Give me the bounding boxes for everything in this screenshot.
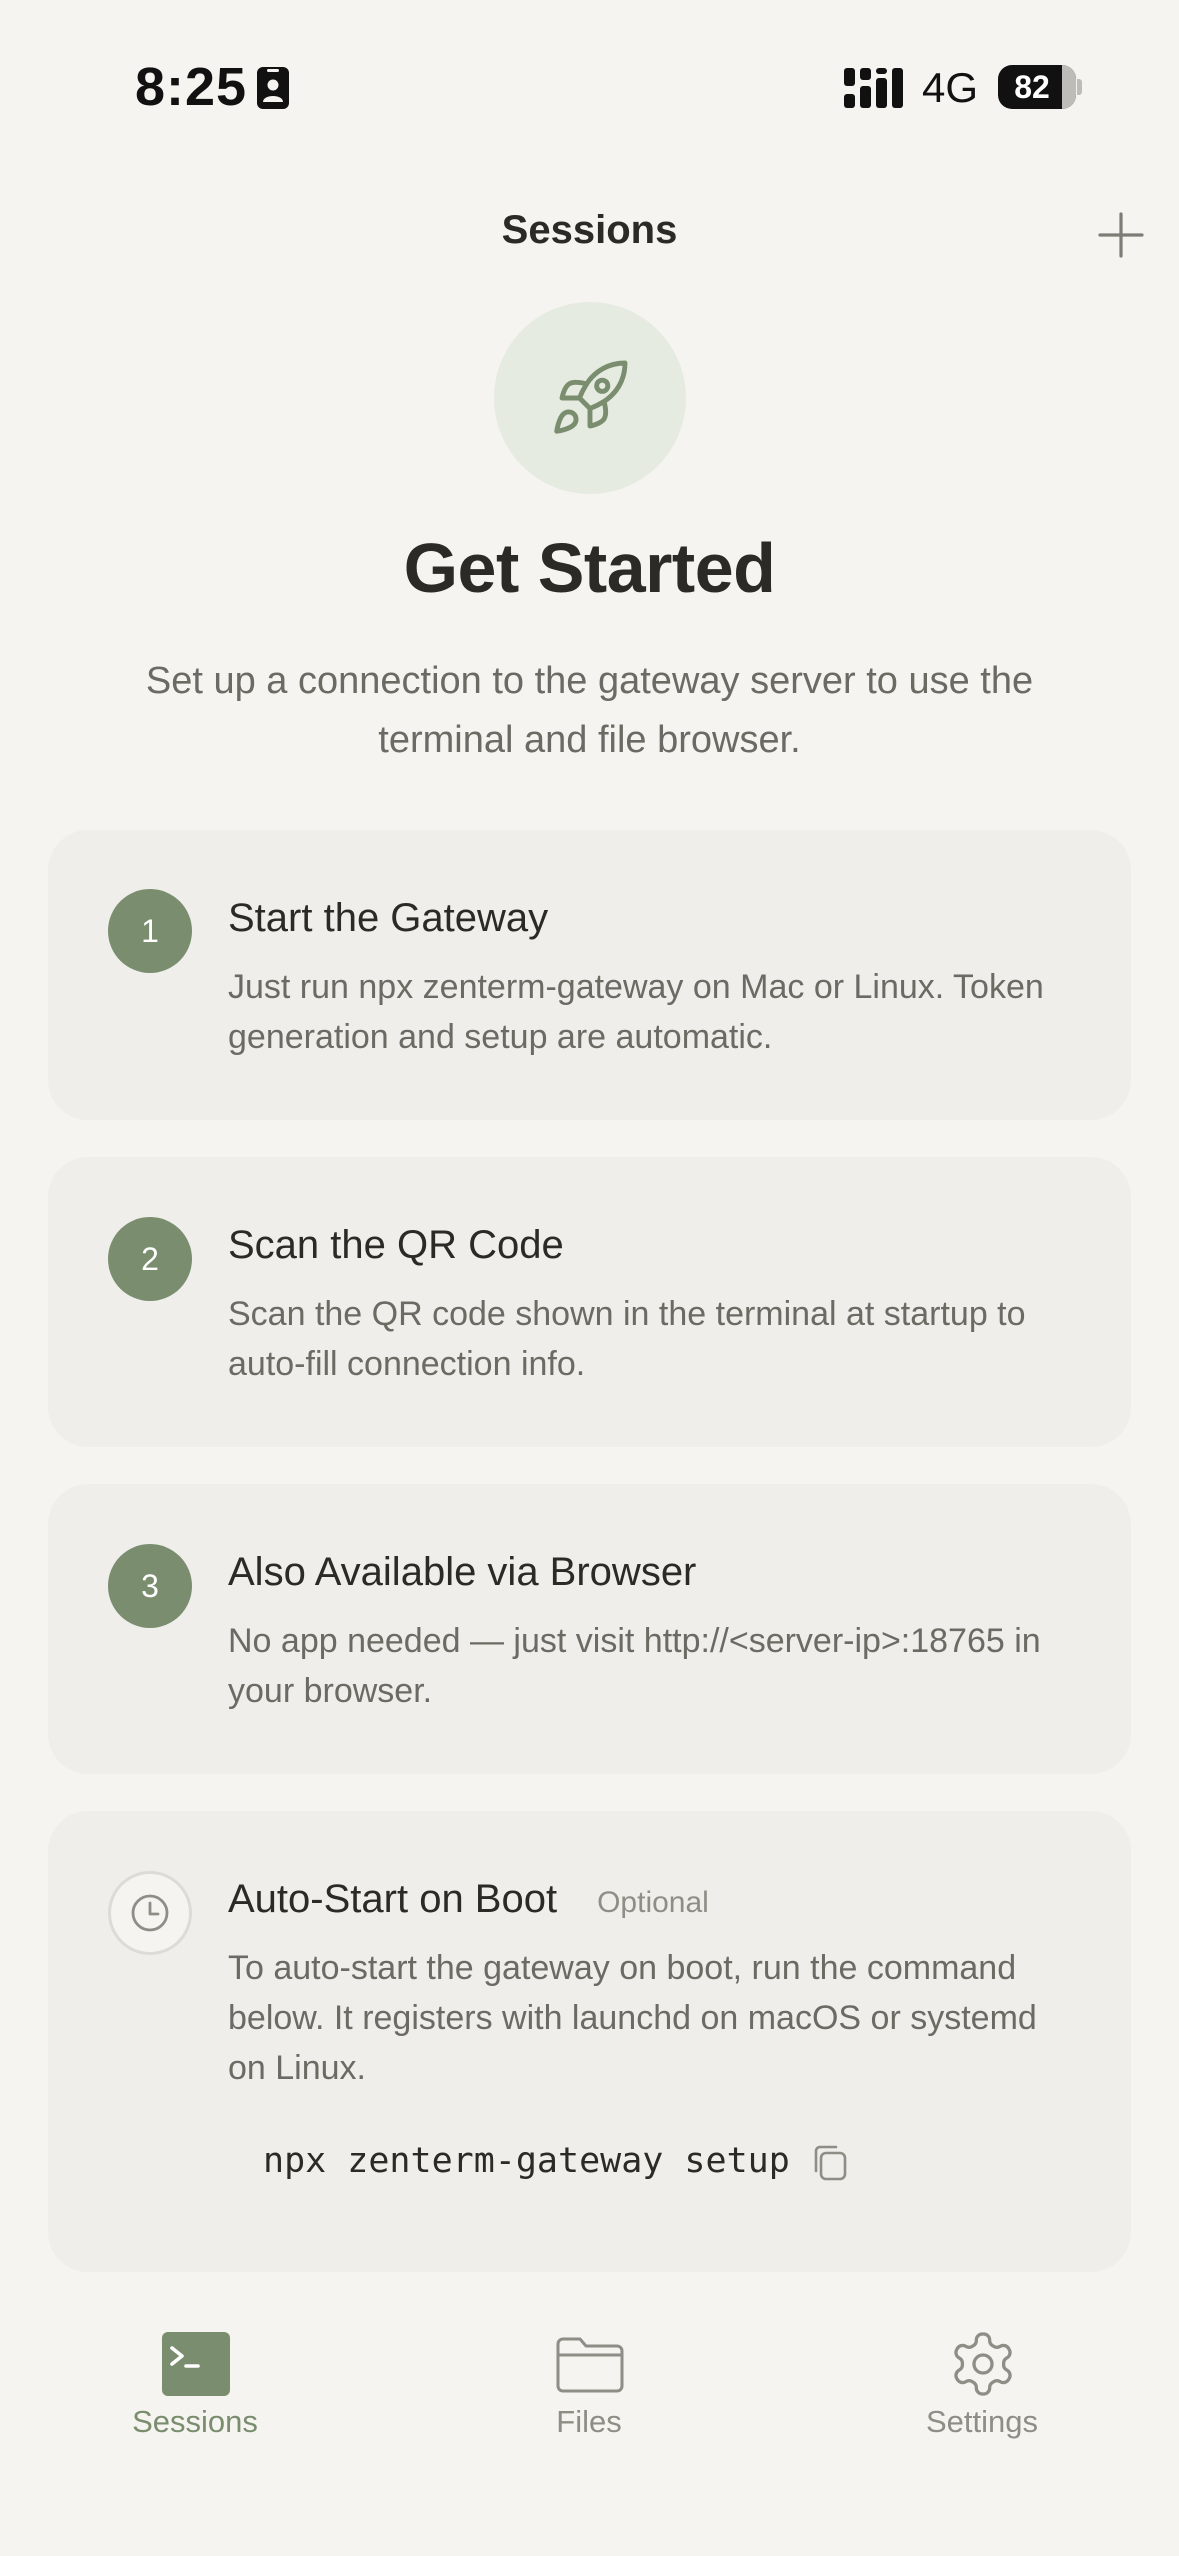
battery-body: 82 bbox=[998, 65, 1076, 109]
clock-badge bbox=[108, 1871, 192, 1955]
setup-command[interactable]: npx zenterm-gateway setup bbox=[263, 2141, 790, 2181]
hero-subtitle: Set up a connection to the gateway serve… bbox=[145, 660, 1034, 761]
add-session-button[interactable] bbox=[1096, 210, 1146, 260]
battery-tip bbox=[1077, 79, 1082, 95]
network-type-label: 4G bbox=[922, 64, 979, 111]
tab-label: Sessions bbox=[132, 2404, 258, 2439]
step-title: Scan the QR Code bbox=[228, 1223, 564, 1267]
plus-icon bbox=[1098, 212, 1144, 258]
person-badge-icon bbox=[257, 67, 289, 109]
terminal-icon bbox=[162, 2332, 230, 2396]
copy-icon bbox=[814, 2145, 847, 2181]
step-number-badge: 2 bbox=[108, 1217, 192, 1301]
hero-title: Get Started bbox=[403, 529, 776, 607]
step-title: Also Available via Browser bbox=[228, 1550, 697, 1594]
tab-bar: Sessions Files Settings bbox=[0, 2310, 1179, 2556]
autostart-description: To auto-start the gateway on boot, run t… bbox=[228, 1949, 1037, 2087]
tab-sessions[interactable]: Sessions bbox=[65, 2310, 325, 2460]
folder-icon bbox=[556, 2337, 624, 2393]
rocket-icon bbox=[554, 360, 628, 434]
status-time: 8:25 bbox=[135, 57, 248, 117]
step-card-browser: 3 Also Available via Browser No app need… bbox=[48, 1484, 1131, 1774]
optional-tag: Optional bbox=[597, 1886, 709, 1919]
status-bar: 8:25 4G 82 bbox=[0, 0, 1179, 150]
battery-level-label: 82 bbox=[1014, 69, 1050, 105]
cellular-signal-icon bbox=[844, 68, 903, 108]
step-card-start-gateway: 1 Start the Gateway Just run npx zenterm… bbox=[48, 830, 1131, 1120]
step-title: Start the Gateway bbox=[228, 896, 549, 940]
step-number-badge: 1 bbox=[108, 889, 192, 973]
tab-label: Files bbox=[556, 2404, 622, 2439]
step-description: Just run npx zenterm-gateway on Mac or L… bbox=[228, 968, 1044, 1056]
gear-icon bbox=[954, 2332, 1012, 2396]
autostart-card: Auto-Start on Boot Optional To auto-start… bbox=[48, 1811, 1131, 2272]
copy-command-button[interactable] bbox=[808, 2141, 852, 2185]
step-card-scan-qr: 2 Scan the QR Code Scan the QR code show… bbox=[48, 1157, 1131, 1447]
autostart-title-row: Auto-Start on Boot Optional bbox=[228, 1877, 709, 1922]
hero-icon-circle bbox=[494, 302, 686, 494]
sessions-screen: 8:25 4G 82 Sessions Get Started Set up a… bbox=[0, 0, 1179, 2556]
tab-settings[interactable]: Settings bbox=[852, 2310, 1112, 2460]
tab-label: Settings bbox=[925, 2404, 1038, 2439]
page-title: Sessions bbox=[501, 208, 678, 252]
clock-icon bbox=[131, 1894, 169, 1932]
step-number-badge: 3 bbox=[108, 1544, 192, 1628]
battery-indicator: 82 bbox=[998, 65, 1082, 109]
step-description: Scan the QR code shown in the terminal a… bbox=[228, 1295, 1026, 1383]
autostart-title: Auto-Start on Boot bbox=[228, 1877, 558, 1921]
tab-files[interactable]: Files bbox=[459, 2310, 719, 2460]
step-description: No app needed — just visit http://<serve… bbox=[228, 1622, 1041, 1710]
